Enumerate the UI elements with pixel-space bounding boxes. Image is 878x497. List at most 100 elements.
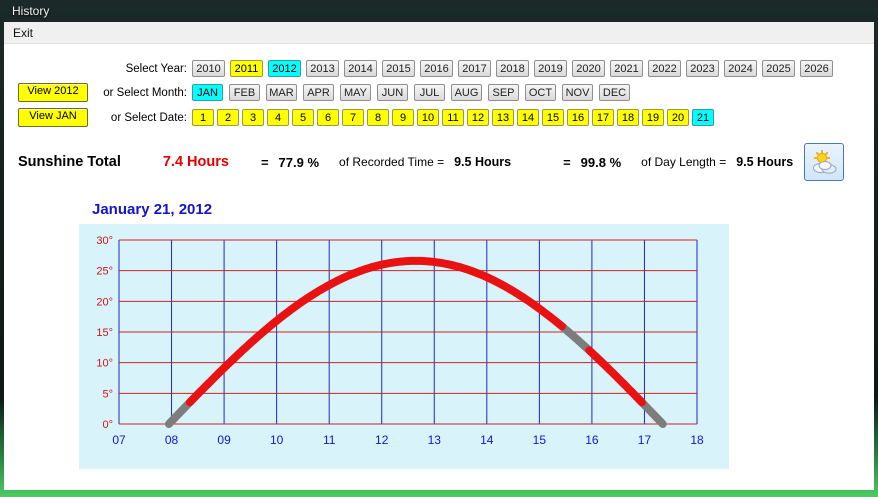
date-button-7[interactable]: 7 (342, 109, 364, 126)
svg-text:30°: 30° (96, 235, 113, 247)
year-button-2020[interactable]: 2020 (572, 60, 605, 77)
date-button-3[interactable]: 3 (242, 109, 264, 126)
date-button-15[interactable]: 15 (542, 109, 564, 126)
sunshine-total-value: 7.4 Hours (162, 154, 229, 170)
year-button-2016[interactable]: 2016 (420, 60, 453, 77)
month-row: View 2012 or Select Month: JAN FEB MAR APR M… (4, 83, 874, 102)
date-row: View JAN or Select Date: 1 2 3 4 5 6 7 8 9 10 11 12… (4, 108, 874, 127)
month-button-may[interactable]: MAY (340, 84, 371, 101)
date-button-8[interactable]: 8 (367, 109, 389, 126)
month-button-nov[interactable]: NOV (562, 84, 593, 101)
year-button-group: 2010 2011 2012 2013 2014 2015 2016 2017 2018 2019… (192, 60, 838, 77)
year-button-2013[interactable]: 2013 (306, 60, 339, 77)
svg-text:14: 14 (480, 433, 494, 447)
sun-behind-cloud-icon (813, 150, 837, 174)
recorded-time-label: of Recorded Time = (339, 155, 445, 169)
date-button-4[interactable]: 4 (267, 109, 289, 126)
date-button-16[interactable]: 16 (567, 109, 589, 126)
month-button-aug[interactable]: AUG (451, 84, 482, 101)
view-year-button[interactable]: View 2012 (18, 83, 88, 102)
month-button-oct[interactable]: OCT (525, 84, 556, 101)
sun-elevation-chart: 07 08 09 10 11 12 13 14 15 16 17 18 0° 5° 10° 15° 20° 25°… (96, 235, 704, 447)
date-button-group: 1 2 3 4 5 6 7 8 9 10 11 12 13 14 15 16 17 18 19 20 21 (192, 109, 717, 126)
month-button-group: JAN FEB MAR APR MAY JUN JUL AUG SEP OCT NOV DEC (192, 84, 636, 101)
date-button-19[interactable]: 19 (642, 109, 664, 126)
date-button-2[interactable]: 2 (217, 109, 239, 126)
date-button-9[interactable]: 9 (392, 109, 414, 126)
svg-text:11: 11 (323, 433, 336, 447)
equals-sign-1: = (260, 154, 269, 170)
year-button-2010[interactable]: 2010 (192, 60, 225, 77)
svg-text:07: 07 (112, 433, 126, 447)
month-button-jul[interactable]: JUL (414, 84, 445, 101)
svg-text:15°: 15° (96, 327, 113, 339)
svg-text:20°: 20° (96, 296, 113, 308)
year-button-2023[interactable]: 2023 (686, 60, 719, 77)
date-button-21[interactable]: 21 (692, 109, 714, 126)
chart-date-heading: January 21, 2012 (92, 201, 213, 218)
select-date-label: or Select Date: (110, 111, 187, 124)
date-button-6[interactable]: 6 (317, 109, 339, 126)
titlebar[interactable]: History (4, 0, 874, 22)
year-button-2018[interactable]: 2018 (496, 60, 529, 77)
select-month-label: or Select Month: (103, 86, 187, 99)
svg-text:13: 13 (428, 433, 442, 447)
svg-text:17: 17 (638, 433, 652, 447)
svg-text:08: 08 (165, 433, 179, 447)
year-button-2022[interactable]: 2022 (648, 60, 681, 77)
date-button-5[interactable]: 5 (292, 109, 314, 126)
year-button-2021[interactable]: 2021 (610, 60, 643, 77)
chart-panel: 07 08 09 10 11 12 13 14 15 16 17 18 0° 5° 10° 15° 20° 25°… (79, 224, 729, 469)
date-label-zone: View JAN or Select Date: (4, 108, 192, 127)
month-label-zone: View 2012 or Select Month: (4, 83, 192, 102)
year-button-2011[interactable]: 2011 (230, 60, 263, 77)
year-button-2019[interactable]: 2019 (534, 60, 567, 77)
percent-of-daylength: 99.8 % (580, 154, 622, 170)
year-button-2025[interactable]: 2025 (762, 60, 795, 77)
year-button-2012[interactable]: 2012 (268, 60, 301, 77)
month-button-sep[interactable]: SEP (488, 84, 519, 101)
date-button-17[interactable]: 17 (592, 109, 614, 126)
month-button-mar[interactable]: MAR (266, 84, 297, 101)
year-button-2017[interactable]: 2017 (458, 60, 491, 77)
date-button-13[interactable]: 13 (492, 109, 514, 126)
month-button-dec[interactable]: DEC (599, 84, 630, 101)
day-length-value: 9.5 Hours (736, 155, 794, 169)
date-button-20[interactable]: 20 (667, 109, 689, 126)
equals-sign-2: = (563, 154, 571, 170)
svg-text:18: 18 (690, 433, 704, 447)
date-button-14[interactable]: 14 (517, 109, 539, 126)
date-button-1[interactable]: 1 (192, 109, 214, 126)
svg-text:5°: 5° (102, 388, 113, 400)
select-year-label: Select Year: (125, 62, 187, 75)
sunshine-summary: Sunshine Total 7.4 Hours = 77.9 % of Rec… (4, 143, 874, 181)
year-label-zone: Select Year: (4, 63, 192, 75)
date-button-12[interactable]: 12 (467, 109, 489, 126)
svg-text:09: 09 (217, 433, 231, 447)
view-month-button[interactable]: View JAN (18, 108, 88, 127)
date-button-11[interactable]: 11 (442, 109, 464, 126)
date-button-10[interactable]: 10 (417, 109, 439, 126)
svg-text:10°: 10° (96, 358, 113, 370)
date-button-18[interactable]: 18 (617, 109, 639, 126)
year-button-2024[interactable]: 2024 (724, 60, 757, 77)
month-button-jun[interactable]: JUN (377, 84, 408, 101)
month-button-jan[interactable]: JAN (192, 84, 223, 101)
month-button-apr[interactable]: APR (303, 84, 334, 101)
app-window: History Exit Select Year: 2010 2011 2012 20… (0, 0, 878, 497)
year-button-2014[interactable]: 2014 (344, 60, 377, 77)
recorded-time-value: 9.5 Hours (454, 155, 512, 169)
year-button-2026[interactable]: 2026 (800, 60, 833, 77)
svg-text:25°: 25° (96, 266, 113, 278)
sunshine-total-label: Sunshine Total (18, 154, 121, 170)
svg-text:15: 15 (533, 433, 547, 447)
menu-exit[interactable]: Exit (4, 24, 42, 42)
year-button-2015[interactable]: 2015 (382, 60, 415, 77)
svg-text:0°: 0° (102, 419, 113, 431)
menubar: Exit (4, 22, 874, 44)
weather-button[interactable] (804, 143, 844, 181)
svg-text:10: 10 (270, 433, 284, 447)
month-button-feb[interactable]: FEB (229, 84, 260, 101)
day-length-label: of Day Length = (641, 155, 727, 169)
percent-of-recorded: 77.9 % (278, 154, 320, 170)
